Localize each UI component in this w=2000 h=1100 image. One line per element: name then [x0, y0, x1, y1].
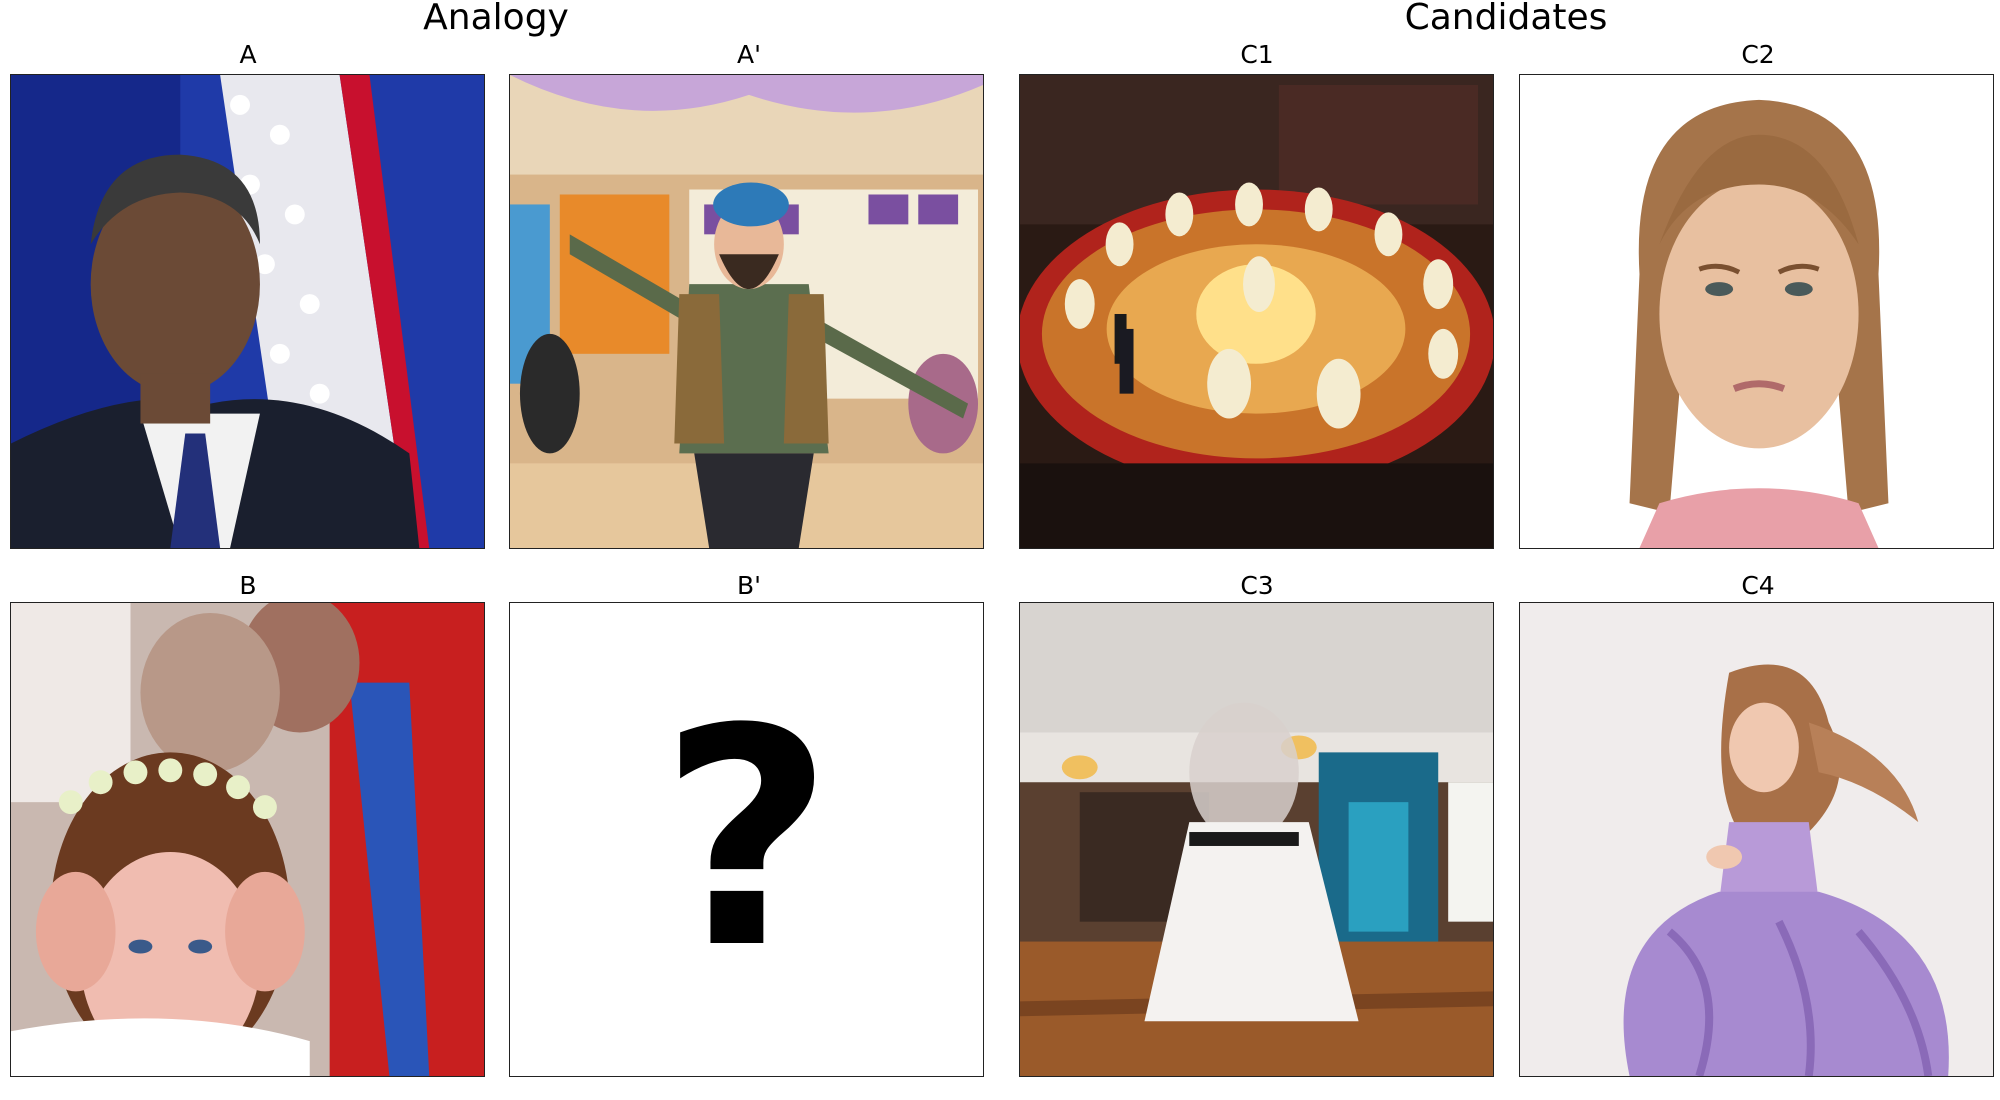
image-b-prime: ? [509, 602, 984, 1077]
photo-man-flag [11, 75, 484, 548]
photo-girl-purple-dress [1520, 603, 1993, 1076]
analogy-header: Analogy [423, 0, 569, 38]
panel-title-c3: C3 [1240, 571, 1274, 600]
image-c4 [1519, 602, 1994, 1077]
panel-title-b-prime: B' [736, 571, 762, 600]
panel-title-b: B [239, 571, 257, 600]
panel-title-a-prime: A' [737, 40, 761, 69]
image-a-prime [509, 74, 984, 549]
photo-dancer-room [510, 75, 983, 548]
panel-title-c2: C2 [1741, 40, 1775, 69]
image-c2 [1519, 74, 1994, 549]
photo-dervish-mosque [1020, 603, 1493, 1076]
photo-girl-covering-ears [11, 603, 484, 1076]
image-c3 [1019, 602, 1494, 1077]
image-a [10, 74, 485, 549]
panel-title-c1: C1 [1240, 40, 1274, 69]
image-b [10, 602, 485, 1077]
question-mark-icon: ? [659, 664, 834, 1014]
panel-title-c4: C4 [1741, 571, 1775, 600]
photo-frowning-woman [1520, 75, 1993, 548]
candidates-header: Candidates [1404, 0, 1608, 38]
panel-title-a: A [239, 40, 257, 69]
photo-dervish-arena [1020, 75, 1493, 548]
image-c1 [1019, 74, 1494, 549]
